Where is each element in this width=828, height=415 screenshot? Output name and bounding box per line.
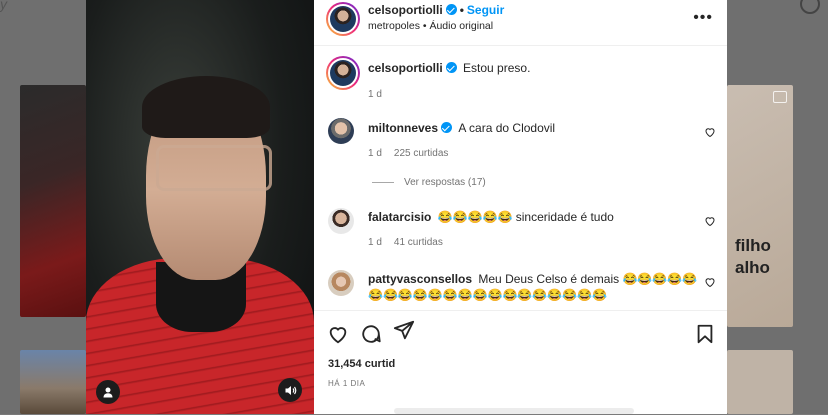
post-timestamp: HÁ 1 DIA	[328, 379, 366, 388]
comment-avatar[interactable]	[328, 270, 354, 296]
comment-row: pattyvasconsellos Meu Deus Celso é demai…	[368, 271, 698, 303]
heart-icon[interactable]	[704, 276, 716, 288]
comment-avatar[interactable]	[328, 208, 354, 234]
comment-text: 😂😂😂😂😂 sinceridade é tudo	[437, 210, 614, 224]
comment-text: A cara do Clodovil	[458, 121, 556, 135]
comment-row: falatarcisio 😂😂😂😂😂 sinceridade é tudo	[368, 210, 614, 224]
comment-age: 1 d	[368, 237, 382, 248]
comment-avatar[interactable]	[328, 118, 354, 144]
separator-dot: •	[459, 3, 464, 17]
caption-row: celsoportiolli Estou preso.	[368, 61, 530, 75]
view-replies[interactable]: Ver respostas (17)	[372, 177, 486, 188]
post-panel: celsoportiolli • Seguir metropoles • Áudio…	[314, 0, 727, 414]
background-post-text: filho alho	[735, 236, 771, 277]
background-icon	[800, 0, 820, 14]
reel-video[interactable]	[86, 0, 314, 414]
background-post-left-bottom[interactable]	[20, 350, 86, 414]
verified-icon	[441, 122, 453, 133]
background-post-right[interactable]: filho alho	[727, 85, 793, 327]
sound-icon[interactable]	[278, 378, 302, 402]
share-icon[interactable]	[393, 319, 415, 341]
comment-icon[interactable]	[360, 323, 382, 345]
comment-meta: 1 d 225 curtidas	[368, 148, 460, 159]
save-icon[interactable]	[694, 323, 716, 345]
caption-avatar[interactable]	[326, 56, 360, 90]
comment-meta: 1 d 41 curtidas	[368, 237, 455, 248]
caption-age: 1 d	[368, 89, 382, 100]
comment-text: Meu Deus Celso é demais 😂😂😂😂😂	[478, 272, 698, 286]
more-icon[interactable]: •••	[693, 9, 713, 27]
action-bar: 31,454 curtid HÁ 1 DIA	[314, 310, 727, 415]
caption-username[interactable]: celsoportiolli	[368, 61, 443, 75]
background-post-left[interactable]	[20, 85, 86, 317]
background-logo-fragment: y	[0, 0, 7, 12]
comment-row: miltonneves A cara do Clodovil	[368, 121, 555, 135]
likes-count[interactable]: 31,454 curtid	[328, 358, 395, 370]
verified-icon	[445, 4, 457, 15]
author-username[interactable]: celsoportiolli	[368, 3, 443, 17]
video-glasses	[156, 145, 272, 191]
heart-icon[interactable]	[704, 215, 716, 227]
comment-likes[interactable]: 41 curtidas	[394, 237, 443, 248]
view-replies-label[interactable]: Ver respostas (17)	[404, 177, 486, 188]
heart-icon[interactable]	[327, 323, 349, 345]
author-row: celsoportiolli • Seguir	[368, 3, 504, 17]
follow-button[interactable]: Seguir	[467, 3, 504, 17]
comment-username[interactable]: miltonneves	[368, 121, 438, 135]
heart-icon[interactable]	[704, 126, 716, 138]
video-hair	[142, 76, 270, 138]
user-tag-icon[interactable]	[96, 380, 120, 404]
author-avatar[interactable]	[326, 2, 360, 36]
comment-text-continued: 😂😂😂😂😂😂😂😂😂😂😂😂😂😂😂😂	[368, 288, 608, 302]
comment-username[interactable]: pattyvasconsellos	[368, 272, 472, 286]
add-comment-placeholder[interactable]	[394, 408, 634, 414]
reel-icon	[773, 91, 787, 103]
replies-line	[372, 181, 394, 183]
background-post-right-bottom[interactable]	[727, 350, 793, 414]
comment-age: 1 d	[368, 148, 382, 159]
post-header: celsoportiolli • Seguir metropoles • Áudio…	[314, 0, 727, 46]
comment-likes[interactable]: 225 curtidas	[394, 148, 448, 159]
verified-icon	[445, 62, 457, 73]
caption-text: Estou preso.	[463, 61, 531, 75]
audio-link[interactable]: metropoles • Áudio original	[368, 20, 493, 32]
comment-username[interactable]: falatarcisio	[368, 210, 431, 224]
